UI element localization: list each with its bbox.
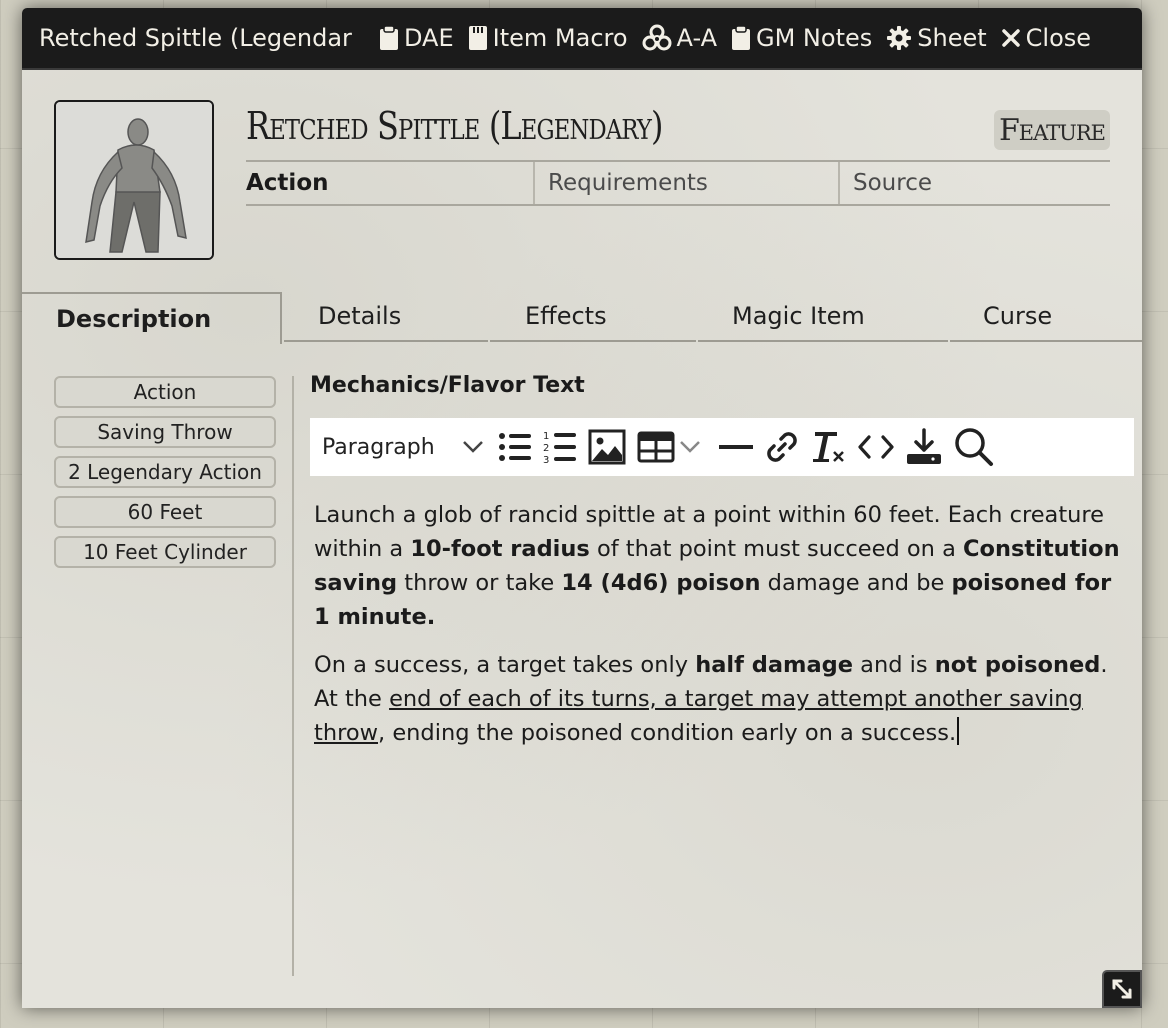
close-button[interactable]: Close xyxy=(1001,24,1091,52)
chevron-down-icon[interactable] xyxy=(462,440,484,454)
dae-button-label: DAE xyxy=(404,24,454,52)
a-a-button[interactable]: A-A xyxy=(642,24,717,52)
clipboard-icon xyxy=(380,25,398,50)
item-sheet-window: Retched Spittle (Legendar DAE Item Macro… xyxy=(22,8,1142,1008)
editor-label: Mechanics/Flavor Text xyxy=(310,373,585,398)
a-a-button-label: A-A xyxy=(676,24,717,52)
sheet-button-label: Sheet xyxy=(917,24,987,52)
item-summary-row: Action Requirements Source xyxy=(246,160,1110,206)
editor-toolbar: Paragraph 123 xyxy=(310,418,1134,476)
svg-text:3: 3 xyxy=(543,455,549,464)
bullet-list-icon[interactable] xyxy=(498,431,532,463)
gear-icon xyxy=(887,26,912,50)
text-cursor xyxy=(957,717,960,745)
code-icon[interactable] xyxy=(858,433,894,461)
tab-curse[interactable]: Curse xyxy=(950,292,1142,342)
tab-details[interactable]: Details xyxy=(284,292,488,342)
item-macro-button-label: Item Macro xyxy=(492,24,628,52)
property-tag: Action xyxy=(54,376,276,408)
requirements-input[interactable]: Requirements xyxy=(533,162,838,204)
gm-notes-button[interactable]: GM Notes xyxy=(731,24,872,52)
link-icon[interactable] xyxy=(764,429,800,465)
property-tag: 2 Legendary Action xyxy=(54,456,276,488)
save-icon[interactable] xyxy=(905,428,943,466)
chevron-down-icon[interactable] xyxy=(679,440,701,454)
item-macro-button[interactable]: Item Macro xyxy=(468,24,628,52)
horizontal-rule-icon[interactable] xyxy=(719,444,753,450)
resize-arrows-icon xyxy=(1112,979,1132,999)
clear-format-icon[interactable] xyxy=(811,429,847,465)
biohazard-icon xyxy=(642,24,672,51)
description-paragraph: On a success, a target takes only half d… xyxy=(314,652,1108,746)
sheet-button[interactable]: Sheet xyxy=(886,24,987,52)
item-type-badge: Feature xyxy=(994,110,1110,150)
creature-portrait-image xyxy=(56,102,212,258)
description-paragraph: Launch a glob of rancid spittle at a poi… xyxy=(314,502,1120,630)
format-select[interactable]: Paragraph xyxy=(322,435,462,460)
close-button-label: Close xyxy=(1025,24,1092,52)
dae-button[interactable]: DAE xyxy=(379,24,454,52)
search-icon[interactable] xyxy=(954,427,994,467)
property-tag: Saving Throw xyxy=(54,416,276,448)
clipboard-icon xyxy=(732,25,750,50)
item-name[interactable]: Retched Spittle (Legendary) xyxy=(246,104,664,148)
gm-notes-button-label: GM Notes xyxy=(756,24,873,52)
item-image[interactable] xyxy=(54,100,214,260)
property-tag: 60 Feet xyxy=(54,496,276,528)
svg-text:1: 1 xyxy=(543,431,549,442)
item-properties-list: Action Saving Throw 2 Legendary Action 6… xyxy=(54,376,276,576)
resize-handle[interactable] xyxy=(1102,970,1142,1008)
format-select-value: Paragraph xyxy=(322,434,435,460)
svg-text:2: 2 xyxy=(543,443,549,454)
source-input[interactable]: Source xyxy=(838,162,1110,204)
tab-effects[interactable]: Effects xyxy=(490,292,696,342)
window-header[interactable]: Retched Spittle (Legendar DAE Item Macro… xyxy=(22,8,1142,70)
close-icon xyxy=(1001,29,1020,47)
tab-description[interactable]: Description xyxy=(22,292,282,344)
editor-content[interactable]: Launch a glob of rancid spittle at a poi… xyxy=(314,498,1134,764)
image-icon[interactable] xyxy=(588,429,626,465)
sheet-tabs: Description Details Effects Magic Item C… xyxy=(22,292,1142,344)
table-icon[interactable] xyxy=(637,431,675,463)
sticky-note-icon xyxy=(468,26,487,50)
window-title: Retched Spittle (Legendar xyxy=(39,24,352,52)
numbered-list-icon[interactable]: 123 xyxy=(543,430,577,464)
tab-magic-item[interactable]: Magic Item xyxy=(698,292,948,342)
activation-type: Action xyxy=(246,170,329,196)
property-tag: 10 Feet Cylinder xyxy=(54,536,276,568)
sidebar-divider xyxy=(292,376,294,976)
